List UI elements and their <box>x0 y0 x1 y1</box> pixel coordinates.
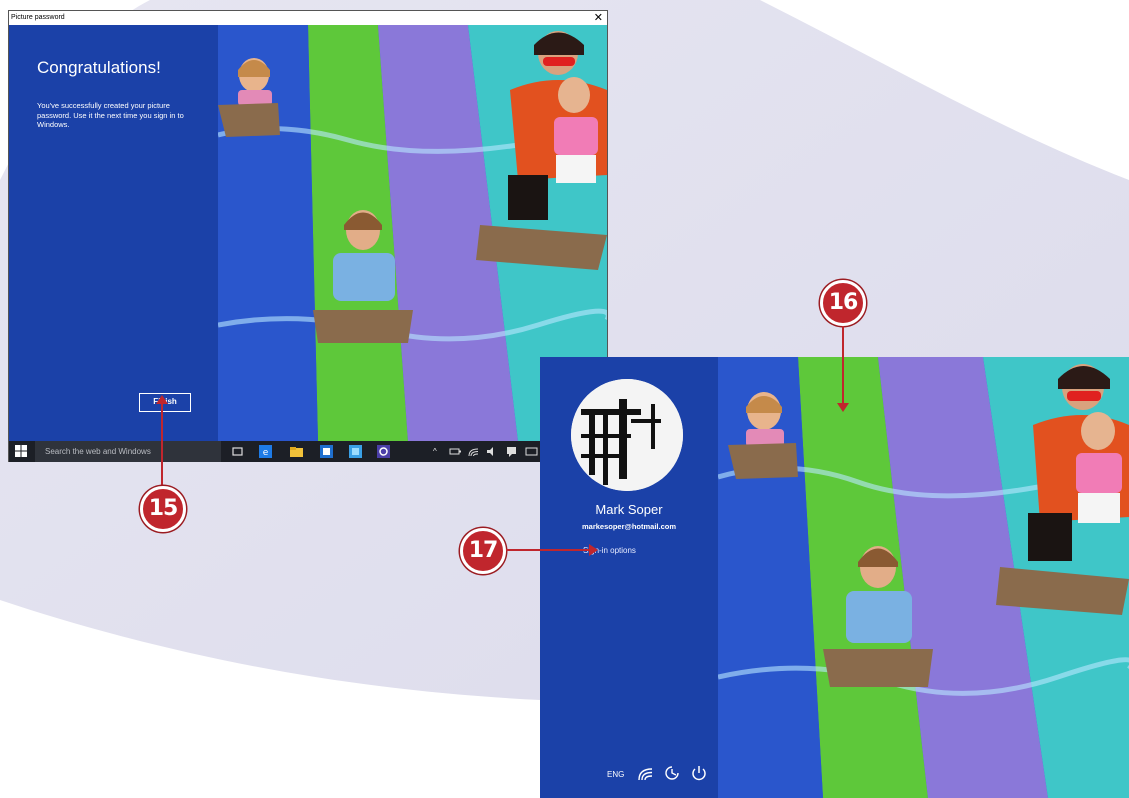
congrats-heading: Congratulations! <box>37 58 161 77</box>
window-title: Picture password <box>9 11 607 25</box>
taskbar-search-box[interactable]: Search the web and Windows <box>35 441 221 462</box>
task-view-icon[interactable] <box>231 445 244 458</box>
wifi-icon[interactable] <box>467 445 480 458</box>
volume-icon[interactable] <box>485 445 498 458</box>
picture-password-window: Picture password ✕ Congratulations! You'… <box>8 10 608 462</box>
tray-chevron-icon[interactable]: ^ <box>433 445 437 458</box>
sign-in-screen: Mark Soper markesoper@hotmail.com Sign-i… <box>540 357 1129 798</box>
user-email: markesoper@hotmail.com <box>581 522 676 531</box>
callout-16-number: 16 <box>828 290 859 315</box>
congrats-panel: Congratulations! You've successfully cre… <box>9 25 218 441</box>
callout-17: 17 <box>460 528 506 574</box>
picture-password-image[interactable] <box>718 357 1129 798</box>
user-name: Mark Soper <box>595 502 663 517</box>
battery-icon[interactable] <box>449 445 462 458</box>
callout-15-arrow <box>156 395 168 487</box>
congrats-message: You've successfully created your picture… <box>37 101 184 129</box>
callout-15-number: 15 <box>148 496 179 521</box>
settings-icon[interactable] <box>377 445 390 458</box>
callout-16-arrow <box>837 326 849 412</box>
taskbar: Search the web and Windows e ^ <box>9 441 607 462</box>
close-icon[interactable]: ✕ <box>594 11 603 25</box>
outlook-icon[interactable] <box>320 445 333 458</box>
user-avatar <box>571 379 683 491</box>
keyboard-icon[interactable] <box>525 445 538 458</box>
wifi-icon[interactable] <box>636 764 654 782</box>
slide-photo-illustration <box>718 357 1129 798</box>
start-icon[interactable] <box>15 445 27 457</box>
callout-15: 15 <box>140 486 186 532</box>
edge-icon[interactable]: e <box>259 445 272 458</box>
power-icon[interactable] <box>690 764 708 782</box>
photo-viewer-icon[interactable] <box>349 445 362 458</box>
callout-17-number: 17 <box>468 538 499 563</box>
callout-16: 16 <box>820 280 866 326</box>
ease-of-access-icon[interactable] <box>663 764 681 782</box>
sign-in-panel: Mark Soper markesoper@hotmail.com Sign-i… <box>540 357 718 798</box>
callout-17-arrow <box>506 544 598 556</box>
avatar-silhouette <box>571 379 683 491</box>
language-indicator[interactable]: ENG <box>607 770 624 779</box>
page: Picture password ✕ Congratulations! You'… <box>0 0 1129 798</box>
file-explorer-icon[interactable] <box>290 445 303 458</box>
svg-text:e: e <box>263 448 269 458</box>
action-center-icon[interactable] <box>505 445 518 458</box>
